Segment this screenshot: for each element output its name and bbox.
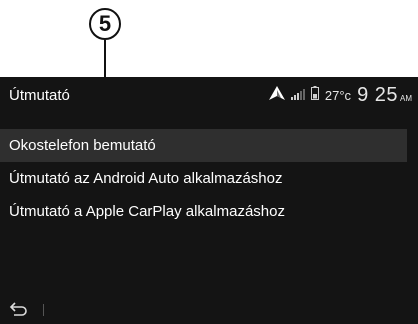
navigation-arrow-icon xyxy=(268,86,285,105)
temperature-readout: 27°c xyxy=(324,88,352,103)
menu-item-smartphone-intro[interactable]: Okostelefon bemutató xyxy=(0,129,407,162)
menu-item-carplay-guide[interactable]: Útmutató a Apple CarPlay alkalmazáshoz xyxy=(0,195,418,228)
clock-time: 9 25 xyxy=(357,84,398,106)
callout-number: 5 xyxy=(98,11,112,36)
menu-item-android-auto-guide[interactable]: Útmutató az Android Auto alkalmazáshoz xyxy=(0,162,418,195)
bottom-bar xyxy=(0,296,418,324)
clock-ampm: AM xyxy=(400,94,412,103)
signal-bars-icon xyxy=(290,87,305,105)
battery-icon xyxy=(310,86,319,105)
back-arrow-icon[interactable] xyxy=(9,298,29,318)
menu-item-label: Útmutató az Android Auto alkalmazáshoz xyxy=(9,170,283,187)
page-title: Útmutató xyxy=(9,87,70,104)
menu-item-label: Okostelefon bemutató xyxy=(9,137,156,154)
callout-number-badge: 5 xyxy=(89,8,121,40)
infotainment-screen: Útmutató 27°c 9 25 AM Okostelefon bemuta… xyxy=(0,77,418,324)
top-bar: Útmutató 27°c 9 25 AM xyxy=(0,77,418,117)
menu-list: Okostelefon bemutató Útmutató az Android… xyxy=(0,129,418,228)
status-area: 27°c 9 25 AM xyxy=(268,84,412,107)
bottom-divider xyxy=(43,304,44,316)
menu-item-label: Útmutató a Apple CarPlay alkalmazáshoz xyxy=(9,203,285,220)
